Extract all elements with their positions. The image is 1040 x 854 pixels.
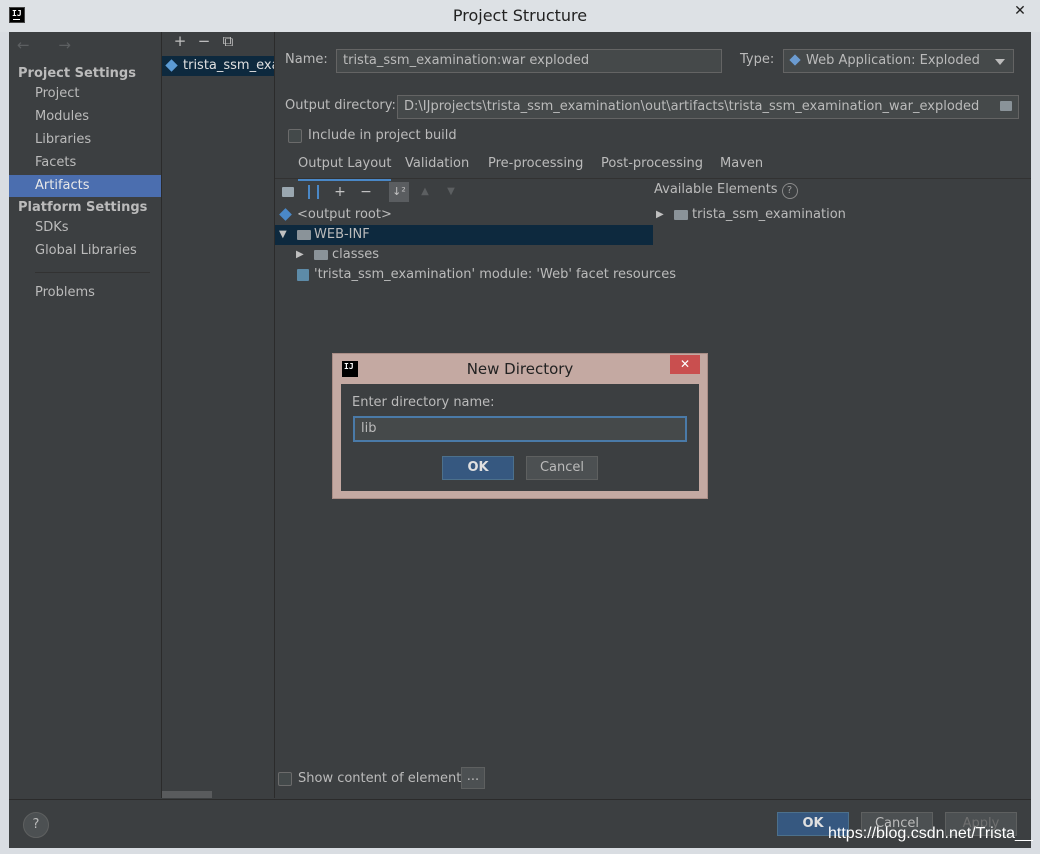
add-artifact-button[interactable]: + <box>168 32 192 50</box>
archive-icon <box>307 185 319 199</box>
move-down-button[interactable]: ▼ <box>441 182 461 202</box>
window-close-button[interactable]: ✕ <box>1002 0 1038 22</box>
tab-maven[interactable]: Maven <box>720 154 763 178</box>
nav-item-sdks[interactable]: SDKs <box>9 217 161 239</box>
nav-item-global-libraries[interactable]: Global Libraries <box>9 240 161 262</box>
dialog-body: Enter directory name: lib OK Cancel <box>341 384 699 491</box>
nav-item-project[interactable]: Project <box>9 83 161 105</box>
available-element-label: trista_ssm_examination <box>692 207 846 222</box>
tree-row-classes[interactable]: ▶ classes <box>275 245 653 265</box>
directory-name-input[interactable]: lib <box>353 416 687 442</box>
nav-item-problems[interactable]: Problems <box>9 282 161 304</box>
show-content-checkbox[interactable] <box>278 772 292 786</box>
window-titlebar: IJ Project Structure ✕ <box>0 0 1040 32</box>
artifact-name-input[interactable]: trista_ssm_examination:war exploded <box>336 49 722 73</box>
available-elements-header: Available Elements? <box>654 182 798 199</box>
dialog-title: New Directory <box>466 360 574 378</box>
platform-settings-header: Platform Settings <box>18 200 148 215</box>
collapsed-arrow-icon[interactable]: ▶ <box>656 205 664 225</box>
nav-item-facets[interactable]: Facets <box>9 152 161 174</box>
artifact-list-panel: +−⧉ trista_ssm_examination:war exploded <box>162 32 275 798</box>
tab-validation[interactable]: Validation <box>405 154 469 178</box>
create-directory-button[interactable] <box>278 182 298 202</box>
expanded-arrow-icon[interactable]: ▼ <box>279 225 287 245</box>
nav-item-libraries[interactable]: Libraries <box>9 129 161 151</box>
nav-divider <box>35 272 150 273</box>
nav-item-modules[interactable]: Modules <box>9 106 161 128</box>
available-element-module[interactable]: ▶ trista_ssm_examination <box>654 205 1024 225</box>
artifact-list-scrollbar[interactable] <box>162 791 212 798</box>
new-directory-dialog: IJ New Directory ✕ Enter directory name:… <box>332 353 708 499</box>
artifact-item[interactable]: trista_ssm_examination:war exploded <box>162 56 274 76</box>
dialog-ok-button[interactable]: OK <box>442 456 514 480</box>
output-root-icon <box>279 208 292 221</box>
copy-artifact-button[interactable]: ⧉ <box>216 32 240 50</box>
type-label: Type: <box>740 52 775 67</box>
show-content-settings-button[interactable]: ... <box>461 767 485 789</box>
help-button[interactable]: ? <box>23 812 49 838</box>
artifact-item-label: trista_ssm_examination:war exploded <box>183 58 274 73</box>
tab-pre-processing[interactable]: Pre-processing <box>488 154 583 178</box>
folder-icon <box>314 250 328 260</box>
nav-item-artifacts[interactable]: Artifacts <box>9 175 161 197</box>
artifact-type-select[interactable]: Web Application: Exploded <box>783 49 1014 73</box>
help-icon[interactable]: ? <box>781 183 798 199</box>
collapsed-arrow-icon[interactable]: ▶ <box>296 245 304 265</box>
tree-row-label: 'trista_ssm_examination' module: 'Web' f… <box>314 267 676 282</box>
remove-artifact-button[interactable]: − <box>192 32 216 50</box>
artifact-toolbar: + − ⧉ <box>168 32 240 50</box>
directory-name-prompt: Enter directory name: <box>352 395 495 410</box>
output-directory-input[interactable]: D:\IJprojects\trista_ssm_examination\out… <box>397 95 1019 119</box>
output-directory-label: Output directory: <box>285 98 396 113</box>
window-title: Project Structure <box>452 6 588 25</box>
module-folder-icon <box>674 210 688 220</box>
move-up-button[interactable]: ▲ <box>415 182 435 202</box>
show-content-label: Show content of elements <box>298 771 469 786</box>
tabs-divider <box>275 178 1031 179</box>
browse-folder-icon[interactable] <box>1000 101 1012 111</box>
tab-post-processing[interactable]: Post-processing <box>601 154 703 178</box>
watermark-text: https://blog.csdn.net/Trista__ <box>828 825 1033 842</box>
sort-elements-button[interactable]: ↓² <box>389 182 409 202</box>
web-app-icon <box>789 54 801 66</box>
tab-output-layout[interactable]: Output Layout <box>298 154 392 181</box>
include-in-build-label: Include in project build <box>308 128 457 143</box>
tree-row-output-root[interactable]: <output root> <box>275 205 653 225</box>
tree-row-label: classes <box>332 247 380 262</box>
create-archive-button[interactable] <box>303 182 323 202</box>
add-element-button[interactable]: + <box>330 182 350 202</box>
artifact-type-value: Web Application: Exploded <box>806 53 980 68</box>
chevron-down-icon <box>995 59 1005 65</box>
name-label: Name: <box>285 52 328 67</box>
available-elements-label: Available Elements <box>654 182 778 197</box>
include-in-build-checkbox[interactable] <box>288 129 302 143</box>
back-forward-icons[interactable]: ← → <box>17 36 83 54</box>
output-layout-toolbar: + − ↓² ▲ ▼ <box>275 180 653 204</box>
web-artifact-icon <box>165 59 178 72</box>
folder-icon <box>297 230 311 240</box>
output-directory-value: D:\IJprojects\trista_ssm_examination\out… <box>404 99 980 114</box>
dialog-close-button[interactable]: ✕ <box>670 355 700 374</box>
tree-row-web-inf[interactable]: ▼ WEB-INF <box>275 225 653 245</box>
tree-row-label: <output root> <box>297 207 392 222</box>
remove-element-button[interactable]: − <box>356 182 376 202</box>
new-folder-icon <box>282 187 294 197</box>
settings-nav: ← → Project Settings Project Modules Lib… <box>9 32 162 798</box>
tree-row-label: WEB-INF <box>314 227 370 242</box>
project-settings-header: Project Settings <box>18 66 136 81</box>
web-facet-icon <box>297 269 309 281</box>
tree-row-facet-resources[interactable]: 'trista_ssm_examination' module: 'Web' f… <box>275 265 676 285</box>
dialog-cancel-button[interactable]: Cancel <box>526 456 598 480</box>
